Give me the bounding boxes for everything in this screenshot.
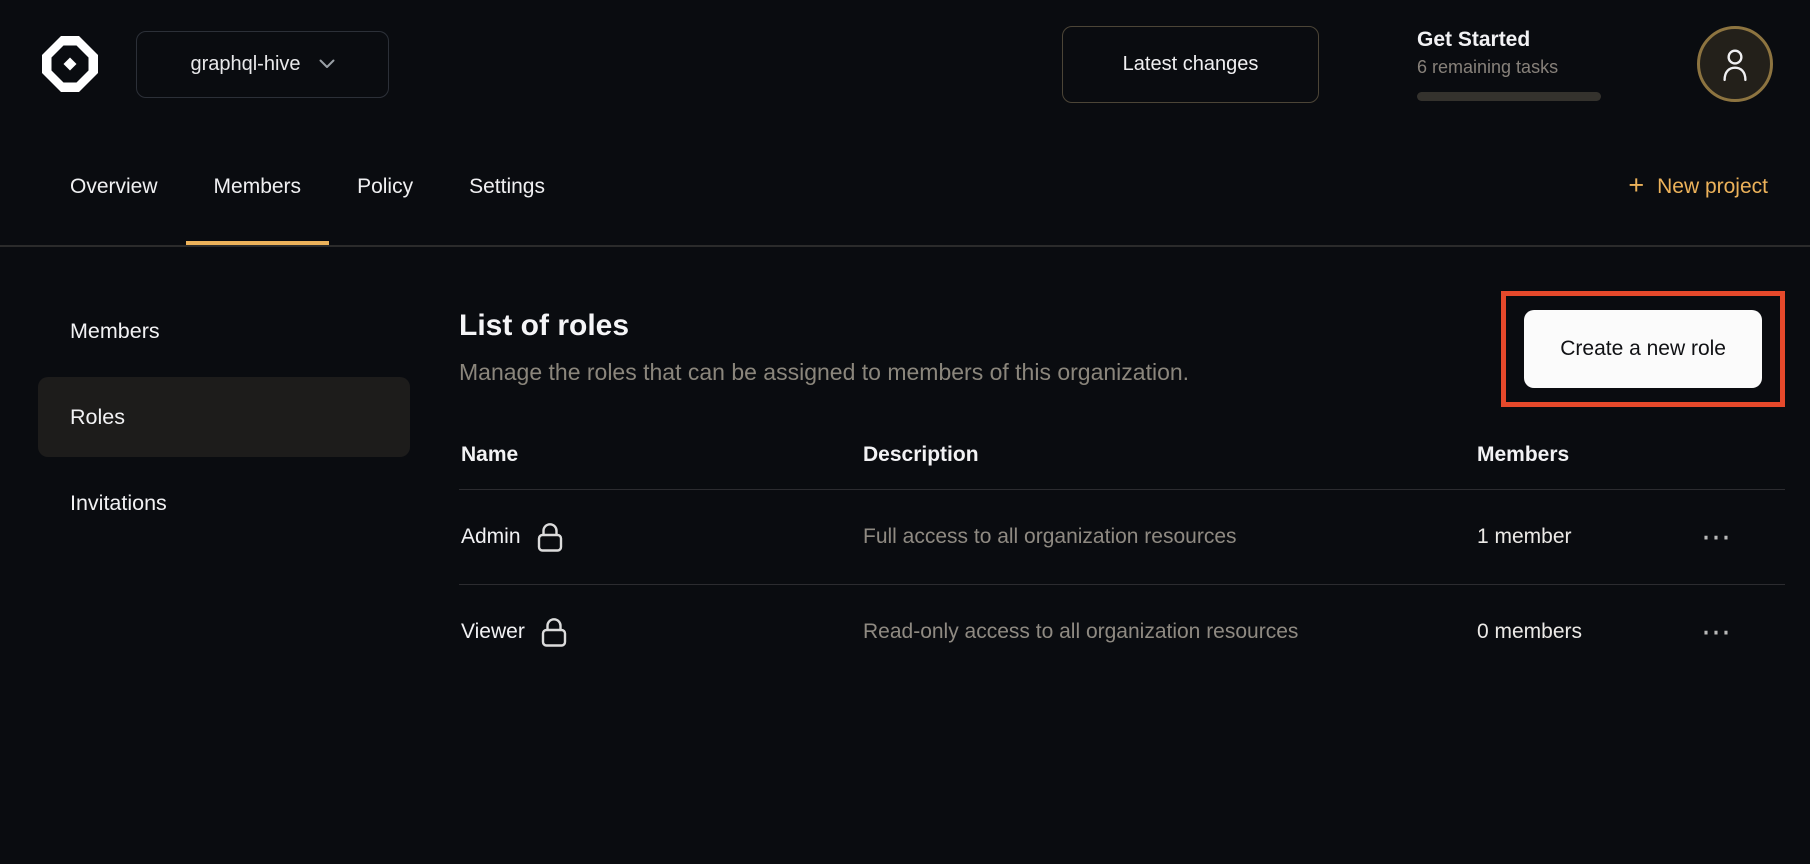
annotation-highlight-box: Create a new role — [1501, 291, 1785, 407]
tab-settings[interactable]: Settings — [441, 128, 573, 245]
get-started-title: Get Started — [1417, 28, 1601, 52]
get-started-subtitle: 6 remaining tasks — [1417, 57, 1601, 78]
roles-title-block: List of roles Manage the roles that can … — [459, 309, 1189, 386]
top-header: graphql-hive Latest changes Get Started … — [0, 0, 1810, 128]
role-description: Read-only access to all organization res… — [863, 613, 1383, 651]
sidebar-item-roles[interactable]: Roles — [38, 377, 410, 457]
role-name: Viewer — [461, 620, 525, 644]
sidebar-item-invitations[interactable]: Invitations — [38, 463, 410, 543]
page-title: List of roles — [459, 309, 1189, 343]
roles-header-row: List of roles Manage the roles that can … — [459, 247, 1785, 407]
user-icon — [1718, 46, 1752, 82]
hive-logo-icon[interactable] — [37, 31, 103, 97]
tab-members[interactable]: Members — [186, 128, 330, 245]
column-header-members: Members — [1477, 443, 1701, 467]
tab-policy[interactable]: Policy — [329, 128, 441, 245]
column-header-description: Description — [863, 443, 1477, 467]
role-members-count: 0 members — [1477, 620, 1701, 644]
user-avatar[interactable] — [1697, 26, 1773, 102]
tab-overview[interactable]: Overview — [42, 128, 186, 245]
organization-name: graphql-hive — [190, 53, 300, 76]
create-new-role-button[interactable]: Create a new role — [1524, 310, 1762, 388]
get-started-progress-bar — [1417, 92, 1601, 101]
roles-table-header: Name Description Members — [459, 433, 1785, 490]
content-area: Members Roles Invitations List of roles … — [0, 247, 1810, 862]
column-header-name: Name — [461, 443, 863, 467]
plus-icon: + — [1628, 172, 1644, 199]
row-menu-button[interactable]: ⋯ — [1701, 530, 1783, 545]
page-subtitle: Manage the roles that can be assigned to… — [459, 359, 1189, 386]
row-menu-button[interactable]: ⋯ — [1701, 625, 1783, 640]
organization-selector[interactable]: graphql-hive — [136, 31, 389, 98]
role-members-count: 1 member — [1477, 525, 1701, 549]
members-sidebar: Members Roles Invitations — [0, 247, 440, 862]
lock-icon — [537, 522, 563, 552]
lock-icon — [541, 617, 567, 647]
sidebar-item-members[interactable]: Members — [38, 291, 410, 371]
new-project-label: New project — [1657, 175, 1768, 199]
role-name-cell: Viewer — [461, 617, 863, 647]
role-name: Admin — [461, 525, 521, 549]
roles-panel: List of roles Manage the roles that can … — [440, 247, 1810, 862]
role-name-cell: Admin — [461, 522, 863, 552]
org-tab-bar: Overview Members Policy Settings + New p… — [0, 128, 1810, 247]
chevron-down-icon — [319, 59, 335, 69]
role-description: Full access to all organization resource… — [863, 518, 1383, 556]
latest-changes-button[interactable]: Latest changes — [1062, 26, 1319, 103]
table-row-admin: Admin Full access to all organization re… — [459, 490, 1785, 585]
table-row-viewer: Viewer Read-only access to all organizat… — [459, 585, 1785, 679]
roles-table: Name Description Members Admin Full acce… — [459, 433, 1785, 679]
new-project-link[interactable]: + New project — [1628, 128, 1768, 245]
get-started-widget[interactable]: Get Started 6 remaining tasks — [1417, 28, 1601, 101]
